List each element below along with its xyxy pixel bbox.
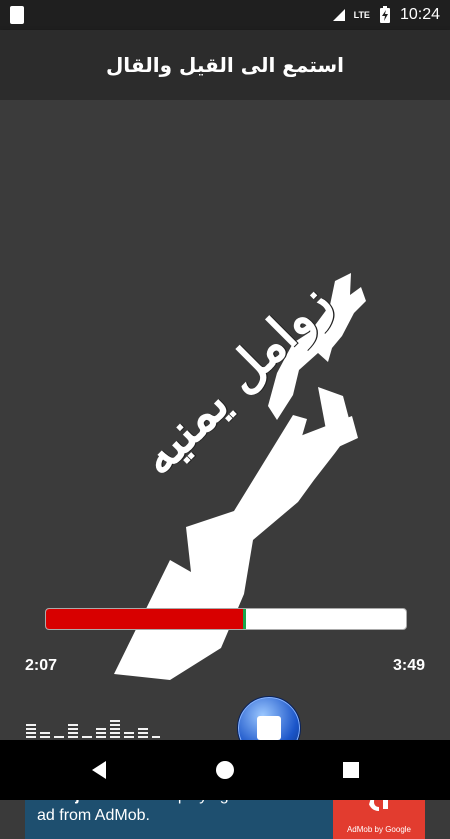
current-time: 2:07 <box>25 657 58 674</box>
app-bar: استمع الى القيل والقال <box>0 30 450 100</box>
home-icon[interactable] <box>212 757 238 783</box>
status-bar: LTE 10:24 <box>0 0 450 30</box>
recent-apps-icon[interactable] <box>338 757 364 783</box>
player-screen: زوامل يمنيه 2:07 3:49 Nice job! You're d… <box>0 100 450 839</box>
playback-progress[interactable] <box>45 608 407 630</box>
stop-icon <box>257 716 281 740</box>
back-icon[interactable] <box>86 757 112 783</box>
progress-fill <box>46 609 246 629</box>
sd-card-icon <box>10 6 24 24</box>
total-time: 3:49 <box>392 657 425 674</box>
clock-time: 10:24 <box>399 6 440 23</box>
status-right: LTE 10:24 <box>332 3 440 27</box>
network-type: LTE <box>353 10 370 20</box>
page-title: استمع الى القيل والقال <box>105 53 345 77</box>
admob-logo-text: AdMob by Google <box>346 825 412 834</box>
signal-icon <box>332 9 345 21</box>
battery-charging-icon <box>379 6 390 23</box>
navigation-bar <box>0 740 450 800</box>
